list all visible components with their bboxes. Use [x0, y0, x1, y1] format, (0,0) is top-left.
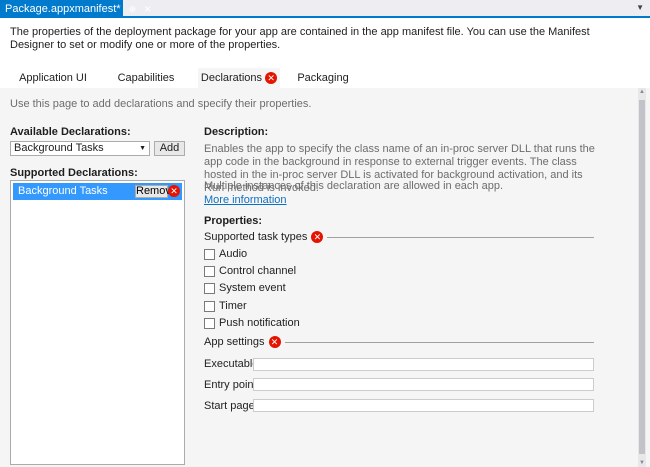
chevron-down-icon: ▼: [139, 145, 146, 152]
checkbox-label: Control channel: [219, 265, 297, 277]
manifest-description: The properties of the deployment package…: [10, 26, 590, 51]
description-label: Description:: [204, 126, 269, 138]
error-icon: ✕: [311, 231, 324, 243]
scroll-down-icon[interactable]: ▼: [638, 460, 646, 466]
entry-point-label: Entry point:: [204, 379, 260, 391]
add-button[interactable]: Add: [154, 141, 185, 156]
group-label: Supported task types: [204, 231, 308, 243]
tab-capabilities[interactable]: Capabilities: [110, 68, 182, 88]
checkbox-label: Push notification: [219, 317, 300, 329]
supported-task-types-header: Supported task types ✕: [204, 231, 594, 243]
multiple-instances-text: Multiple instances of this declaration a…: [204, 180, 504, 192]
app-settings-header: App settings ✕: [204, 336, 594, 348]
error-icon: ✕: [168, 185, 180, 197]
checkbox-label: System event: [219, 282, 286, 294]
properties-label: Properties:: [204, 215, 263, 227]
start-page-field[interactable]: [253, 399, 594, 412]
document-tab[interactable]: Package.appxmanifest* ⊕ ×: [0, 0, 151, 18]
declaration-label: Background Tasks: [18, 185, 108, 197]
supported-declarations-label: Supported Declarations:: [10, 167, 138, 179]
declarations-page: Use this page to add declarations and sp…: [0, 88, 650, 467]
supported-declarations-list: Background Tasks Remove ✕: [10, 180, 185, 465]
designer-tab-bar: Application UI Capabilities Declarations…: [0, 68, 650, 88]
checkbox-label: Audio: [219, 248, 248, 260]
document-tab-title: Package.appxmanifest*: [5, 3, 121, 15]
selected-declaration: Background Tasks: [14, 142, 104, 154]
divider: [327, 236, 594, 238]
checkbox[interactable]: [204, 265, 215, 277]
start-page-label: Start page:: [204, 400, 258, 412]
tab-label: Packaging: [297, 72, 349, 84]
scroll-thumb[interactable]: [639, 100, 645, 454]
available-declarations-label: Available Declarations:: [10, 126, 131, 138]
checkbox[interactable]: [204, 282, 215, 294]
checkbox-audio[interactable]: Audio: [204, 248, 247, 260]
entry-point-field[interactable]: [253, 378, 594, 391]
tab-label: Capabilities: [117, 72, 175, 84]
checkbox-push-notification[interactable]: Push notification: [204, 317, 300, 329]
executable-field[interactable]: [253, 358, 594, 371]
error-icon: ✕: [268, 336, 281, 348]
error-icon: ✕: [265, 72, 278, 85]
chevron-down-icon[interactable]: ▼: [636, 3, 644, 12]
checkbox-label: Timer: [219, 300, 247, 312]
divider: [284, 341, 594, 343]
tab-label: Declarations: [200, 72, 263, 84]
tab-application-ui[interactable]: Application UI: [14, 68, 92, 88]
remove-button[interactable]: Remove: [135, 185, 177, 198]
document-tab-strip: Package.appxmanifest* ⊕ × ▼: [0, 0, 650, 18]
page-hint: Use this page to add declarations and sp…: [10, 98, 312, 110]
checkbox[interactable]: [204, 248, 215, 260]
tab-label: Application UI: [19, 72, 87, 84]
pin-icon[interactable]: ⊕: [129, 4, 137, 15]
checkbox-system-event[interactable]: System event: [204, 282, 286, 294]
more-information-link[interactable]: More information: [204, 194, 287, 206]
scroll-up-icon[interactable]: ▲: [638, 89, 646, 95]
available-declarations-select[interactable]: Background Tasks ▼: [10, 141, 150, 156]
list-item[interactable]: Background Tasks Remove ✕: [13, 183, 182, 200]
checkbox-control-channel[interactable]: Control channel: [204, 265, 296, 277]
tab-declarations[interactable]: Declarations ✕: [198, 68, 280, 88]
tab-packaging[interactable]: Packaging: [292, 68, 354, 88]
checkbox-timer[interactable]: Timer: [204, 300, 247, 312]
checkbox[interactable]: [204, 317, 215, 329]
close-icon[interactable]: ×: [144, 3, 151, 15]
vertical-scrollbar[interactable]: ▲ ▼: [638, 88, 646, 467]
group-label: App settings: [204, 336, 265, 348]
checkbox[interactable]: [204, 300, 215, 312]
